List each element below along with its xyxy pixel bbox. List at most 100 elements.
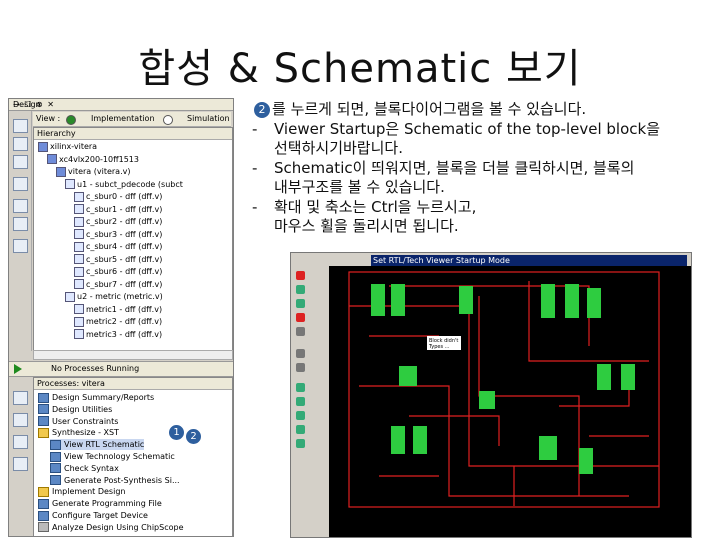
hierarchy-item[interactable]: c_sbur3 - dff (dff.v) xyxy=(74,229,162,241)
hierarchy-item[interactable]: c_sbur7 - dff (dff.v) xyxy=(74,279,162,291)
toolbar-button[interactable] xyxy=(13,413,28,427)
pan-tool-icon[interactable] xyxy=(296,313,305,322)
schematic-viewer: Set RTL/Tech Viewer Startup Mode Block d… xyxy=(290,252,692,538)
zoom-full-icon[interactable] xyxy=(296,411,305,420)
process-icon xyxy=(38,416,49,427)
ise-design-panel: Design → ☐ ⊗ ✕ View : Implementation Sim… xyxy=(8,98,234,537)
toolbar-button[interactable] xyxy=(13,239,28,253)
process-item[interactable]: Generate Programming File xyxy=(38,498,162,509)
block-label-2: Types ... xyxy=(428,344,450,350)
push-tool-icon[interactable] xyxy=(296,349,305,358)
process-item[interactable]: View RTL Schematic xyxy=(50,439,145,451)
wire-tool-icon[interactable] xyxy=(296,327,305,336)
process-item[interactable]: Design Utilities xyxy=(38,404,112,415)
process-icon xyxy=(38,427,49,438)
radio-implementation[interactable] xyxy=(66,115,76,125)
zoom-fit-icon[interactable] xyxy=(296,383,305,392)
process-item[interactable]: View Technology Schematic xyxy=(50,451,175,462)
hierarchy-item[interactable]: xc4vlx200-10ff1513 xyxy=(47,154,139,166)
bullet-item-3-cont: 마우스 휠을 돌리시면 됩니다. xyxy=(246,217,720,237)
view-option-implementation[interactable]: Implementation xyxy=(91,114,155,123)
zoom-in-icon[interactable] xyxy=(296,285,305,294)
verilog-file-icon xyxy=(56,166,66,177)
toolbar-button[interactable] xyxy=(13,119,28,133)
process-item[interactable]: Configure Target Device xyxy=(38,510,148,521)
hierarchy-item[interactable]: vitera (vitera.v) xyxy=(56,166,130,178)
hierarchy-item[interactable]: c_sbur2 - dff (dff.v) xyxy=(74,216,162,228)
verilog-file-icon xyxy=(74,304,84,314)
toolbar-button[interactable] xyxy=(13,155,28,169)
toolbar-button[interactable] xyxy=(13,199,28,213)
bullet-item-1-cont: 선택하시기바랍니다. xyxy=(246,139,720,159)
panel-titlebar: Design → ☐ ⊗ ✕ xyxy=(9,99,233,111)
hierarchy-item-label: c_sbur4 - dff (dff.v) xyxy=(86,242,163,251)
hierarchy-item-label: xc4vlx200-10ff1513 xyxy=(59,154,139,164)
verilog-file-icon xyxy=(74,266,84,277)
process-item[interactable]: Check Syntax xyxy=(50,463,119,474)
hierarchy-item-label: metric2 - dff (dff.v) xyxy=(86,317,163,326)
process-item[interactable]: Implement Design xyxy=(38,486,125,497)
hierarchy-item[interactable]: metric1 - dff (dff.v) xyxy=(74,304,162,316)
toolbar-button[interactable] xyxy=(13,137,28,151)
processes-tree: Processes: vitera Design Summary/Reports… xyxy=(33,377,233,536)
hierarchy-item-label: c_sbur6 - dff (dff.v) xyxy=(86,267,163,276)
verilog-file-icon xyxy=(38,141,48,152)
hierarchy-item[interactable]: c_sbur1 - dff (dff.v) xyxy=(74,204,162,216)
side-toolbar xyxy=(9,111,32,351)
toolbar-button[interactable] xyxy=(13,435,28,449)
hierarchy-item-label: c_sbur2 - dff (dff.v) xyxy=(86,217,163,226)
process-item-label: Implement Design xyxy=(52,487,126,497)
hierarchy-item[interactable]: c_sbur4 - dff (dff.v) xyxy=(74,241,162,253)
window-controls[interactable]: → ☐ ⊗ ✕ xyxy=(13,100,229,109)
hierarchy-item-label: vitera (vitera.v) xyxy=(68,167,131,176)
verilog-file-icon xyxy=(74,204,84,214)
toolbar-button[interactable] xyxy=(13,177,28,191)
toolbar-button[interactable] xyxy=(13,217,28,231)
verilog-file-icon xyxy=(74,191,84,202)
horizontal-scrollbar[interactable] xyxy=(33,350,233,360)
toolbar-button[interactable] xyxy=(13,457,28,471)
hierarchy-item[interactable]: metric2 - dff (dff.v) xyxy=(74,316,162,328)
bullet-item-1: - Viewer Startup은 Schematic of the top-le… xyxy=(246,120,720,140)
pop-tool-icon[interactable] xyxy=(296,363,305,372)
process-item-label: Analyze Design Using ChipScope xyxy=(52,522,184,532)
bullet-dash: - xyxy=(252,197,258,216)
hierarchy-item-label: c_sbur5 - dff (dff.v) xyxy=(86,254,163,264)
step-badge-1: 1 xyxy=(169,425,184,440)
run-play-icon[interactable] xyxy=(14,364,22,374)
process-item-label: View Technology Schematic xyxy=(64,452,175,461)
process-item[interactable]: Analyze Design Using ChipScope xyxy=(38,522,184,533)
bullet-text: Viewer Startup은 Schematic of the top-lev… xyxy=(274,119,661,138)
view-label: View : xyxy=(36,114,61,123)
hierarchy-item[interactable]: u1 - subct_pdecode (subct xyxy=(65,179,183,191)
refresh-icon[interactable] xyxy=(296,425,305,434)
slide-title: 합성 & Schematic 보기 xyxy=(138,46,582,92)
hierarchy-item[interactable]: u2 - metric (metric.v) xyxy=(65,291,163,303)
hierarchy-item-label: c_sbur1 - dff (dff.v) xyxy=(86,204,163,214)
zoom-area-icon[interactable] xyxy=(296,397,305,406)
schematic-canvas[interactable]: Block didn't Types ... xyxy=(329,266,691,537)
intro-line: 2를 누르게 되면, 블록다이어그램을 볼 수 있습니다. xyxy=(246,100,720,120)
hierarchy-item[interactable]: c_sbur5 - dff (dff.v) xyxy=(74,254,162,266)
process-item[interactable]: User Constraints xyxy=(38,416,118,427)
find-icon[interactable] xyxy=(296,439,305,448)
process-icon xyxy=(38,498,49,509)
hierarchy-item[interactable]: c_sbur6 - dff (dff.v) xyxy=(74,266,162,278)
radio-simulation[interactable] xyxy=(163,115,173,125)
bullet-text: 내부구조를 볼 수 있습니다. xyxy=(274,178,445,196)
toolbar-button[interactable] xyxy=(13,391,28,405)
process-icon xyxy=(38,404,49,415)
hierarchy-item-label: c_sbur0 - dff (dff.v) xyxy=(86,192,163,201)
hierarchy-item[interactable]: xilinx-vitera xyxy=(38,141,97,153)
zoom-out-icon[interactable] xyxy=(296,299,305,308)
hierarchy-item[interactable]: c_sbur0 - dff (dff.v) xyxy=(74,191,162,203)
view-option-simulation[interactable]: Simulation xyxy=(187,114,230,123)
process-item[interactable]: Synthesize - XST xyxy=(38,427,119,438)
process-item[interactable]: Generate Post-Synthesis Si... xyxy=(50,475,180,486)
bullet-item-2-cont: 내부구조를 볼 수 있습니다. xyxy=(246,178,720,198)
select-tool-icon[interactable] xyxy=(296,271,305,280)
process-icon xyxy=(38,392,49,403)
bullet-text: Schematic이 띄워지면, 블록을 더블 클릭하시면, 블록의 xyxy=(274,158,635,177)
process-item[interactable]: Design Summary/Reports xyxy=(38,392,154,403)
hierarchy-item[interactable]: metric3 - dff (dff.v) xyxy=(74,329,162,341)
